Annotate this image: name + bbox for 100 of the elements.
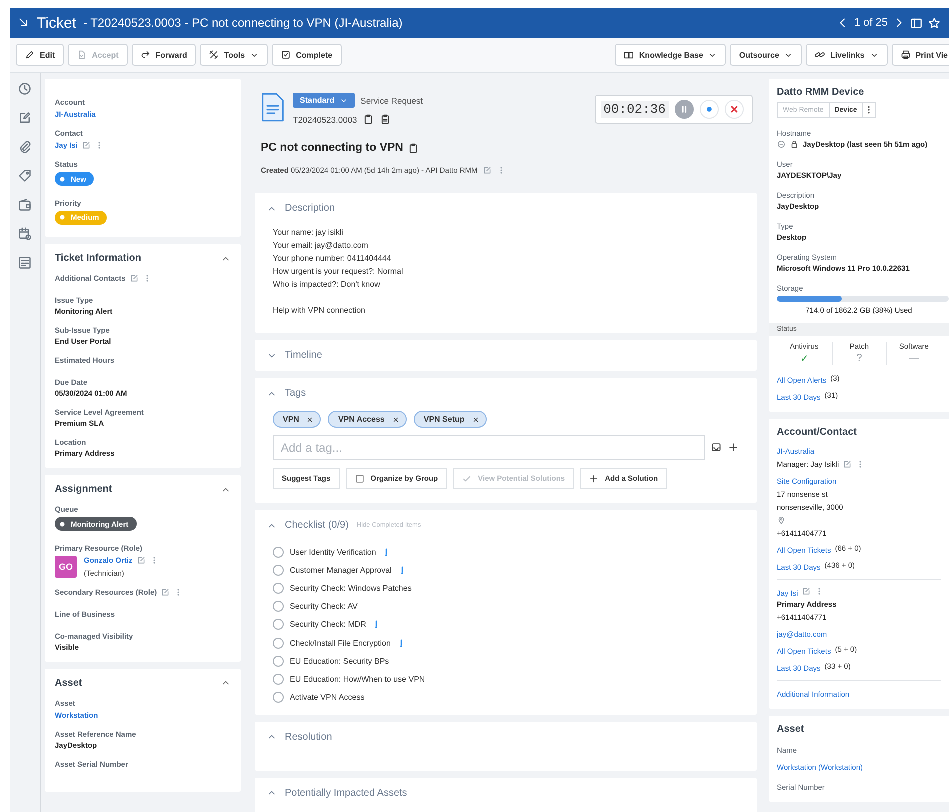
circle-icon xyxy=(58,520,67,528)
book-icon xyxy=(624,50,634,60)
checklist-item: Check/Install File Encryption xyxy=(290,638,391,648)
attachment-icon[interactable] xyxy=(18,140,32,154)
description-line: Your phone number: 0411404444 xyxy=(273,253,392,265)
edit-icon[interactable] xyxy=(161,588,170,596)
toolbar-button[interactable]: Knowledge Base xyxy=(615,44,726,66)
checklist-item: EU Education: Security BPs xyxy=(290,656,390,666)
checklist-checkbox[interactable] xyxy=(273,582,284,594)
description-line: Help with VPN connection xyxy=(273,305,366,317)
ticket-subtitle: - T20240523.0003 - PC not connecting to VPN (JI-Australia) xyxy=(83,16,403,30)
remove-icon[interactable] xyxy=(306,416,314,424)
diagonal-arrow-icon[interactable] xyxy=(18,17,30,29)
document-icon xyxy=(261,93,285,123)
side-panel-icon[interactable] xyxy=(910,16,923,30)
category-dropdown[interactable]: Standard xyxy=(293,93,355,108)
stop-button[interactable] xyxy=(725,100,744,119)
circle-minus-icon xyxy=(777,140,786,149)
tag-chip[interactable]: VPN Setup xyxy=(414,411,487,428)
edit-icon[interactable] xyxy=(802,586,812,596)
tag-chip[interactable]: VPN Access xyxy=(328,411,407,428)
checklist-checkbox[interactable] xyxy=(273,601,284,612)
record-dot-icon xyxy=(704,104,715,115)
location-pin-icon[interactable] xyxy=(777,516,786,525)
status-symbol: ✓ xyxy=(800,353,808,365)
checklist-item: Security Check: Windows Patches xyxy=(290,584,412,593)
checklist-checkbox[interactable] xyxy=(273,674,284,685)
card-title: Ticket Information xyxy=(55,253,142,264)
checklist-item: Security Check: MDR xyxy=(290,620,366,630)
toolbar-button[interactable]: Forward xyxy=(132,44,196,66)
checklist-item: Customer Manager Approval xyxy=(290,566,392,575)
status-symbol: — xyxy=(909,353,920,364)
toolbar-button[interactable]: Print Vie xyxy=(892,44,949,66)
tray-icon[interactable] xyxy=(711,442,722,453)
edit-icon[interactable] xyxy=(843,460,852,469)
section-title: Tags xyxy=(285,388,306,399)
section-title: Timeline xyxy=(285,350,322,361)
tag-input[interactable]: Add a tag... xyxy=(273,435,705,460)
checklist-checkbox[interactable] xyxy=(273,656,284,667)
clipboard-icon[interactable] xyxy=(363,114,374,125)
forward-arrow-icon xyxy=(140,50,151,60)
toolbar-button[interactable]: Livelinks xyxy=(806,44,888,66)
checklist-checkbox[interactable] xyxy=(273,564,284,576)
toolbar-button[interactable]: Complete xyxy=(272,44,342,66)
description-line: Your email: jay@datto.com xyxy=(273,240,370,252)
checklist-item: EU Education: How/When to use VPN xyxy=(290,674,426,684)
checklist-checkbox[interactable] xyxy=(273,692,284,704)
remove-icon[interactable] xyxy=(472,416,480,424)
ticket-type: Service Request xyxy=(360,96,424,106)
lock-icon xyxy=(790,140,799,149)
description-line: How urgent is your request?: Normal xyxy=(273,266,404,278)
card-title: Asset xyxy=(55,678,82,688)
checkbox-icon xyxy=(281,50,292,60)
record-button[interactable] xyxy=(700,100,719,119)
tag-icon[interactable] xyxy=(18,169,32,183)
circle-icon xyxy=(58,213,67,222)
remove-icon[interactable] xyxy=(392,416,400,424)
wallet-icon[interactable] xyxy=(18,198,32,212)
printer-icon xyxy=(900,50,911,60)
ticket-title: PC not connecting to VPN xyxy=(261,142,404,154)
checklist-checkbox[interactable] xyxy=(273,638,284,649)
edit-icon[interactable] xyxy=(82,141,91,150)
toolbar-button[interactable]: Outsource xyxy=(730,44,802,66)
avatar: GO xyxy=(55,556,77,578)
plus-icon[interactable] xyxy=(728,442,739,453)
document-icon xyxy=(77,50,88,60)
calendar-icon[interactable] xyxy=(18,227,32,241)
link-icon xyxy=(815,50,826,60)
section-title: Resolution xyxy=(285,732,332,743)
edit-icon[interactable] xyxy=(136,556,146,564)
clipboard-icon[interactable] xyxy=(408,142,420,154)
star-icon[interactable] xyxy=(928,16,941,30)
description-line: Who is impacted?: Don't know xyxy=(273,279,382,291)
section-title: Checklist (0/9) xyxy=(285,520,349,531)
pencil-icon xyxy=(25,50,35,60)
edit-icon[interactable] xyxy=(130,274,139,283)
card-title: Account/Contact xyxy=(777,427,857,438)
pager-text: 1 of 25 xyxy=(854,17,888,29)
tools-icon xyxy=(209,50,220,60)
more-button[interactable] xyxy=(862,102,876,118)
toolbar-button[interactable]: Tools xyxy=(200,44,268,66)
edit-note-icon[interactable] xyxy=(18,111,32,125)
card-title: Datto RMM Device xyxy=(777,87,864,98)
section-title: Description xyxy=(285,203,336,214)
history-icon[interactable] xyxy=(18,82,32,96)
pause-button[interactable] xyxy=(675,100,694,119)
clipboard-list-icon[interactable] xyxy=(380,114,392,125)
checklist-item: Activate VPN Access xyxy=(290,693,365,702)
edit-icon[interactable] xyxy=(482,166,492,175)
tag-chip[interactable]: VPN xyxy=(273,411,322,428)
checklist-icon[interactable] xyxy=(18,256,32,270)
section-title: Potentially Impacted Assets xyxy=(285,788,408,799)
description-line: Your name: jay isikli xyxy=(273,227,344,239)
checklist-checkbox[interactable] xyxy=(273,546,284,558)
check-icon xyxy=(462,474,472,484)
card-title: Asset xyxy=(777,724,804,735)
circle-icon xyxy=(58,174,67,184)
toolbar-button[interactable]: Edit xyxy=(16,44,64,66)
checklist-item: User Identity Verification xyxy=(290,548,376,557)
checklist-checkbox[interactable] xyxy=(273,619,284,630)
